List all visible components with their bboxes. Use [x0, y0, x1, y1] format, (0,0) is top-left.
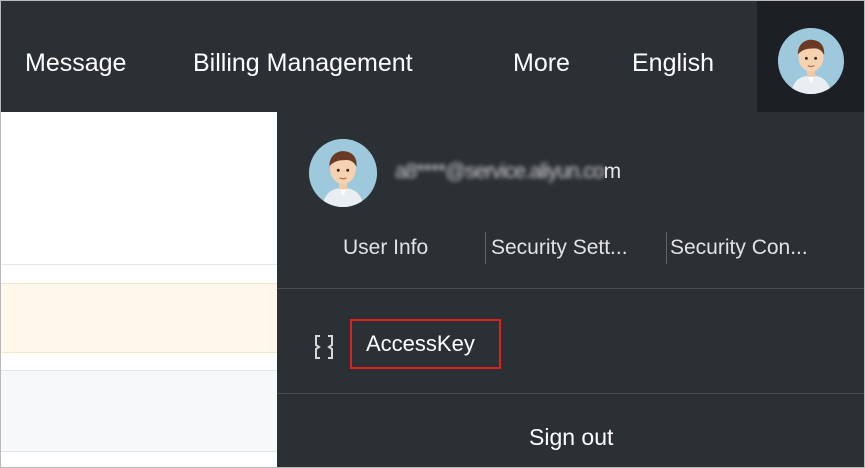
email-masked: a8****@service.aliyun.co: [395, 160, 605, 183]
user-avatar-button[interactable]: [757, 1, 864, 112]
page-content-behind: [1, 112, 277, 467]
dropdown-avatar: [309, 139, 377, 207]
avatar-icon: [778, 28, 844, 94]
email-suffix: m: [603, 160, 622, 183]
menu-divider: [277, 393, 864, 394]
nav-billing-management[interactable]: Billing Management: [193, 47, 413, 79]
divider: [1, 264, 277, 265]
link-separator: [666, 232, 667, 264]
account-email: a8****@service.aliyun.com: [395, 158, 621, 186]
menu-divider: [277, 288, 864, 289]
nav-language[interactable]: English: [632, 47, 714, 79]
sign-out-button[interactable]: Sign out: [529, 422, 613, 452]
divider: [1, 451, 277, 452]
account-dropdown-menu: a8****@service.aliyun.com User Info Secu…: [277, 112, 864, 467]
accesskey-label: AccessKey: [366, 331, 475, 356]
security-settings-link[interactable]: Security Sett...: [491, 234, 628, 262]
account-links: User Info Security Sett... Security Con.…: [277, 228, 864, 272]
accesskey-icon: [315, 335, 333, 359]
table-header-row: [1, 371, 277, 451]
nav-more[interactable]: More: [513, 47, 570, 79]
notice-banner: [1, 283, 277, 353]
link-separator: [485, 232, 486, 264]
nav-message[interactable]: Message: [25, 47, 126, 79]
screenshot-frame: Message Billing Management More English: [0, 0, 865, 468]
top-navigation-bar: Message Billing Management More English: [1, 1, 864, 112]
avatar: [778, 28, 844, 94]
accesskey-menu-item[interactable]: AccessKey: [350, 319, 501, 369]
user-info-link[interactable]: User Info: [343, 234, 428, 262]
avatar-icon: [309, 139, 377, 207]
security-control-link[interactable]: Security Con...: [670, 234, 808, 262]
